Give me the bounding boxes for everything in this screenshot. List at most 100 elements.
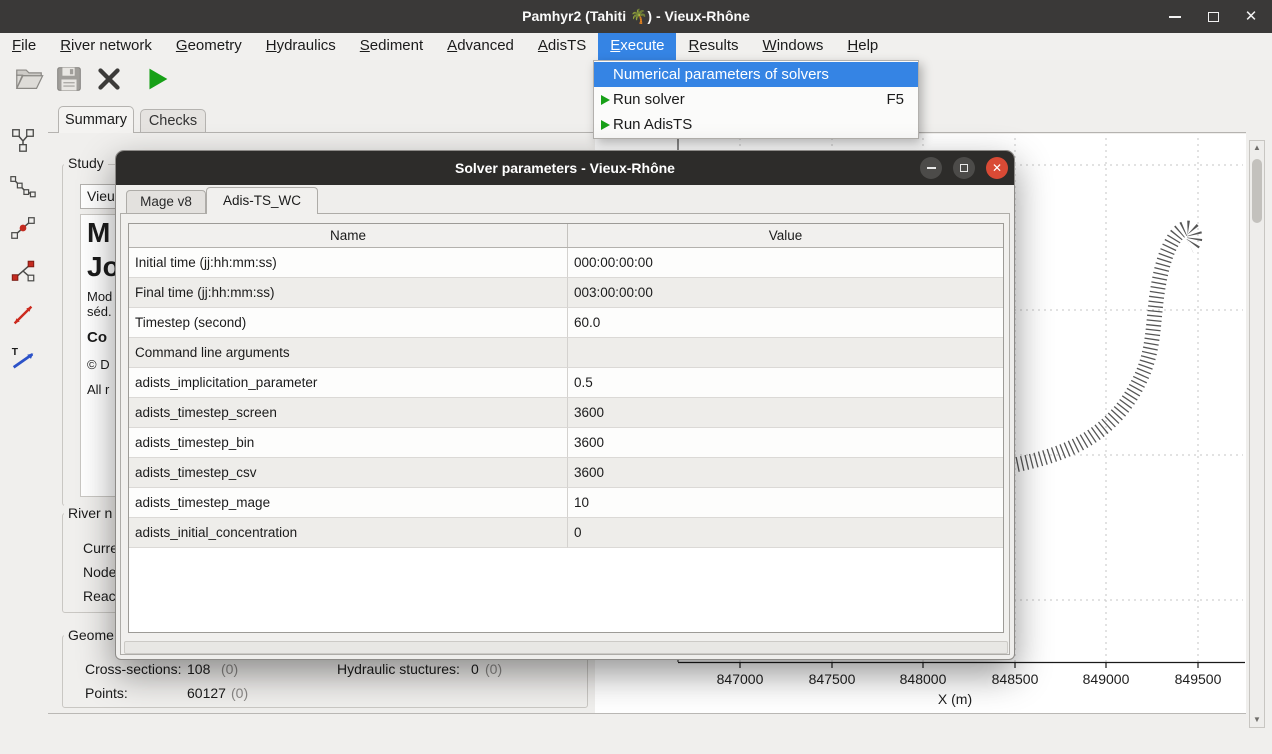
param-value-cell[interactable]: 3600 <box>567 458 1003 488</box>
menu-geometry[interactable]: Geometry <box>164 33 254 60</box>
tab-adis-ts-wc[interactable]: Adis-TS_WC <box>206 187 318 214</box>
menu-file[interactable]: File <box>0 33 48 60</box>
save-study-button[interactable] <box>52 62 86 96</box>
param-value-cell[interactable]: 3600 <box>567 398 1003 428</box>
table-row[interactable]: adists_timestep_mage 10 <box>129 488 1003 518</box>
menu-results[interactable]: Results <box>676 33 750 60</box>
menu-item-run-solver[interactable]: Run solver F5 <box>594 87 918 112</box>
menu-advanced[interactable]: Advanced <box>435 33 526 60</box>
dialog-close-icon[interactable]: ✕ <box>986 157 1008 179</box>
table-row[interactable]: adists_timestep_bin 3600 <box>129 428 1003 458</box>
close-icon[interactable]: ✕ <box>1238 4 1264 30</box>
table-row[interactable]: Final time (jj:hh:mm:ss) 003:00:00:00 <box>129 278 1003 308</box>
menu-item-numerical-parameters[interactable]: Numerical parameters of solvers <box>594 62 918 87</box>
maximize-icon[interactable] <box>1200 4 1226 30</box>
hydraulic-structures-value: 0 <box>471 661 479 677</box>
param-value-cell[interactable]: 3600 <box>567 428 1003 458</box>
add-node-tool[interactable] <box>7 212 39 244</box>
menu-item-run-adists[interactable]: Run AdisTS <box>594 112 918 137</box>
menu-adists[interactable]: AdisTS <box>526 33 598 60</box>
dialog-maximize-icon[interactable] <box>953 157 975 179</box>
param-value-cell[interactable]: 10 <box>567 488 1003 518</box>
tab-mage-v8[interactable]: Mage v8 <box>126 190 206 213</box>
table-row[interactable]: adists_timestep_csv 3600 <box>129 458 1003 488</box>
x-tick-label: 847000 <box>717 671 764 687</box>
rights-line: All r <box>87 382 109 397</box>
hydraulic-structures-extra: (0) <box>485 661 502 677</box>
content-bottom-border <box>48 713 1246 714</box>
solver-parameters-dialog: Solver parameters - Vieux-Rhône ✕ Mage v… <box>115 150 1015 660</box>
description-subheading: Co <box>87 329 107 346</box>
play-icon <box>141 63 173 95</box>
menu-help[interactable]: Help <box>835 33 890 60</box>
param-name-cell[interactable]: adists_timestep_mage <box>129 488 567 518</box>
table-row[interactable]: Command line arguments <box>129 338 1003 368</box>
open-study-button[interactable] <box>12 62 46 96</box>
param-name-cell[interactable]: adists_implicitation_parameter <box>129 368 567 398</box>
x-tick-label: 848000 <box>900 671 947 687</box>
tab-summary[interactable]: Summary <box>58 106 134 133</box>
x-tick-label: 848500 <box>992 671 1039 687</box>
save-icon <box>53 63 85 95</box>
slope-tool[interactable] <box>7 299 39 331</box>
reach-tool[interactable] <box>7 255 39 287</box>
param-name-cell[interactable]: Initial time (jj:hh:mm:ss) <box>129 248 567 278</box>
svg-text:T: T <box>12 347 19 358</box>
param-name-cell[interactable]: Final time (jj:hh:mm:ss) <box>129 278 567 308</box>
param-value-cell[interactable]: 0 <box>567 518 1003 548</box>
menu-hydraulics[interactable]: Hydraulics <box>254 33 348 60</box>
menu-river-network[interactable]: River network <box>48 33 164 60</box>
window-controls: ✕ <box>1162 0 1264 33</box>
x-tick-label: 847500 <box>809 671 856 687</box>
scrollbar-thumb[interactable] <box>1252 159 1262 223</box>
play-icon <box>598 118 612 132</box>
slope-icon <box>9 301 37 329</box>
table-row[interactable]: adists_timestep_screen 3600 <box>129 398 1003 428</box>
param-value-cell[interactable]: 000:00:00:00 <box>567 248 1003 278</box>
close-study-button[interactable] <box>92 62 126 96</box>
river-network-tool[interactable] <box>7 124 39 156</box>
dialog-title: Solver parameters - Vieux-Rhône <box>455 160 675 176</box>
param-value-cell[interactable]: 003:00:00:00 <box>567 278 1003 308</box>
scroll-up-icon[interactable]: ▲ <box>1250 141 1264 155</box>
menu-execute[interactable]: Execute <box>598 33 676 60</box>
vertical-scrollbar[interactable]: ▲ ▼ <box>1249 140 1265 728</box>
scroll-down-icon[interactable]: ▼ <box>1250 713 1264 727</box>
description-line: séd. <box>87 304 112 319</box>
param-value-cell[interactable]: 60.0 <box>567 308 1003 338</box>
dialog-minimize-icon[interactable] <box>920 157 942 179</box>
geometry-groupbox-label: Geome <box>64 627 118 643</box>
param-name-cell[interactable]: adists_timestep_bin <box>129 428 567 458</box>
play-icon <box>598 93 612 107</box>
table-row[interactable]: adists_initial_concentration 0 <box>129 518 1003 548</box>
table-row[interactable]: adists_implicitation_parameter 0.5 <box>129 368 1003 398</box>
x-tick-label: 849500 <box>1175 671 1222 687</box>
x-tick-label: 849000 <box>1083 671 1130 687</box>
column-header-value[interactable]: Value <box>567 224 1003 247</box>
longitudinal-profile-icon <box>9 172 37 200</box>
menu-windows[interactable]: Windows <box>751 33 836 60</box>
longitudinal-profile-tool[interactable] <box>7 170 39 202</box>
param-value-cell[interactable]: 0.5 <box>567 368 1003 398</box>
dialog-horizontal-scrollbar[interactable] <box>124 641 1008 654</box>
column-header-name[interactable]: Name <box>129 224 567 247</box>
param-name-cell[interactable]: Timestep (second) <box>129 308 567 338</box>
empty-icon-slot <box>598 68 612 82</box>
close-x-icon <box>93 63 125 95</box>
param-name-cell[interactable]: adists_initial_concentration <box>129 518 567 548</box>
lateral-contribution-tool[interactable]: T <box>7 342 39 374</box>
minimize-icon[interactable] <box>1162 4 1188 30</box>
tab-checks[interactable]: Checks <box>140 109 206 132</box>
param-name-cell[interactable]: adists_timestep_screen <box>129 398 567 428</box>
table-row[interactable]: Timestep (second) 60.0 <box>129 308 1003 338</box>
hydraulic-structures-label: Hydraulic stuctures: <box>337 661 460 677</box>
river-network-icon <box>9 126 37 154</box>
param-name-cell[interactable]: Command line arguments <box>129 338 567 368</box>
param-value-cell[interactable] <box>567 338 1003 368</box>
dialog-titlebar: Solver parameters - Vieux-Rhône <box>116 151 1014 185</box>
run-solver-button[interactable] <box>140 62 174 96</box>
menu-sediment[interactable]: Sediment <box>348 33 435 60</box>
param-name-cell[interactable]: adists_timestep_csv <box>129 458 567 488</box>
table-row[interactable]: Initial time (jj:hh:mm:ss) 000:00:00:00 <box>129 248 1003 278</box>
lateral-contribution-icon: T <box>9 344 37 372</box>
